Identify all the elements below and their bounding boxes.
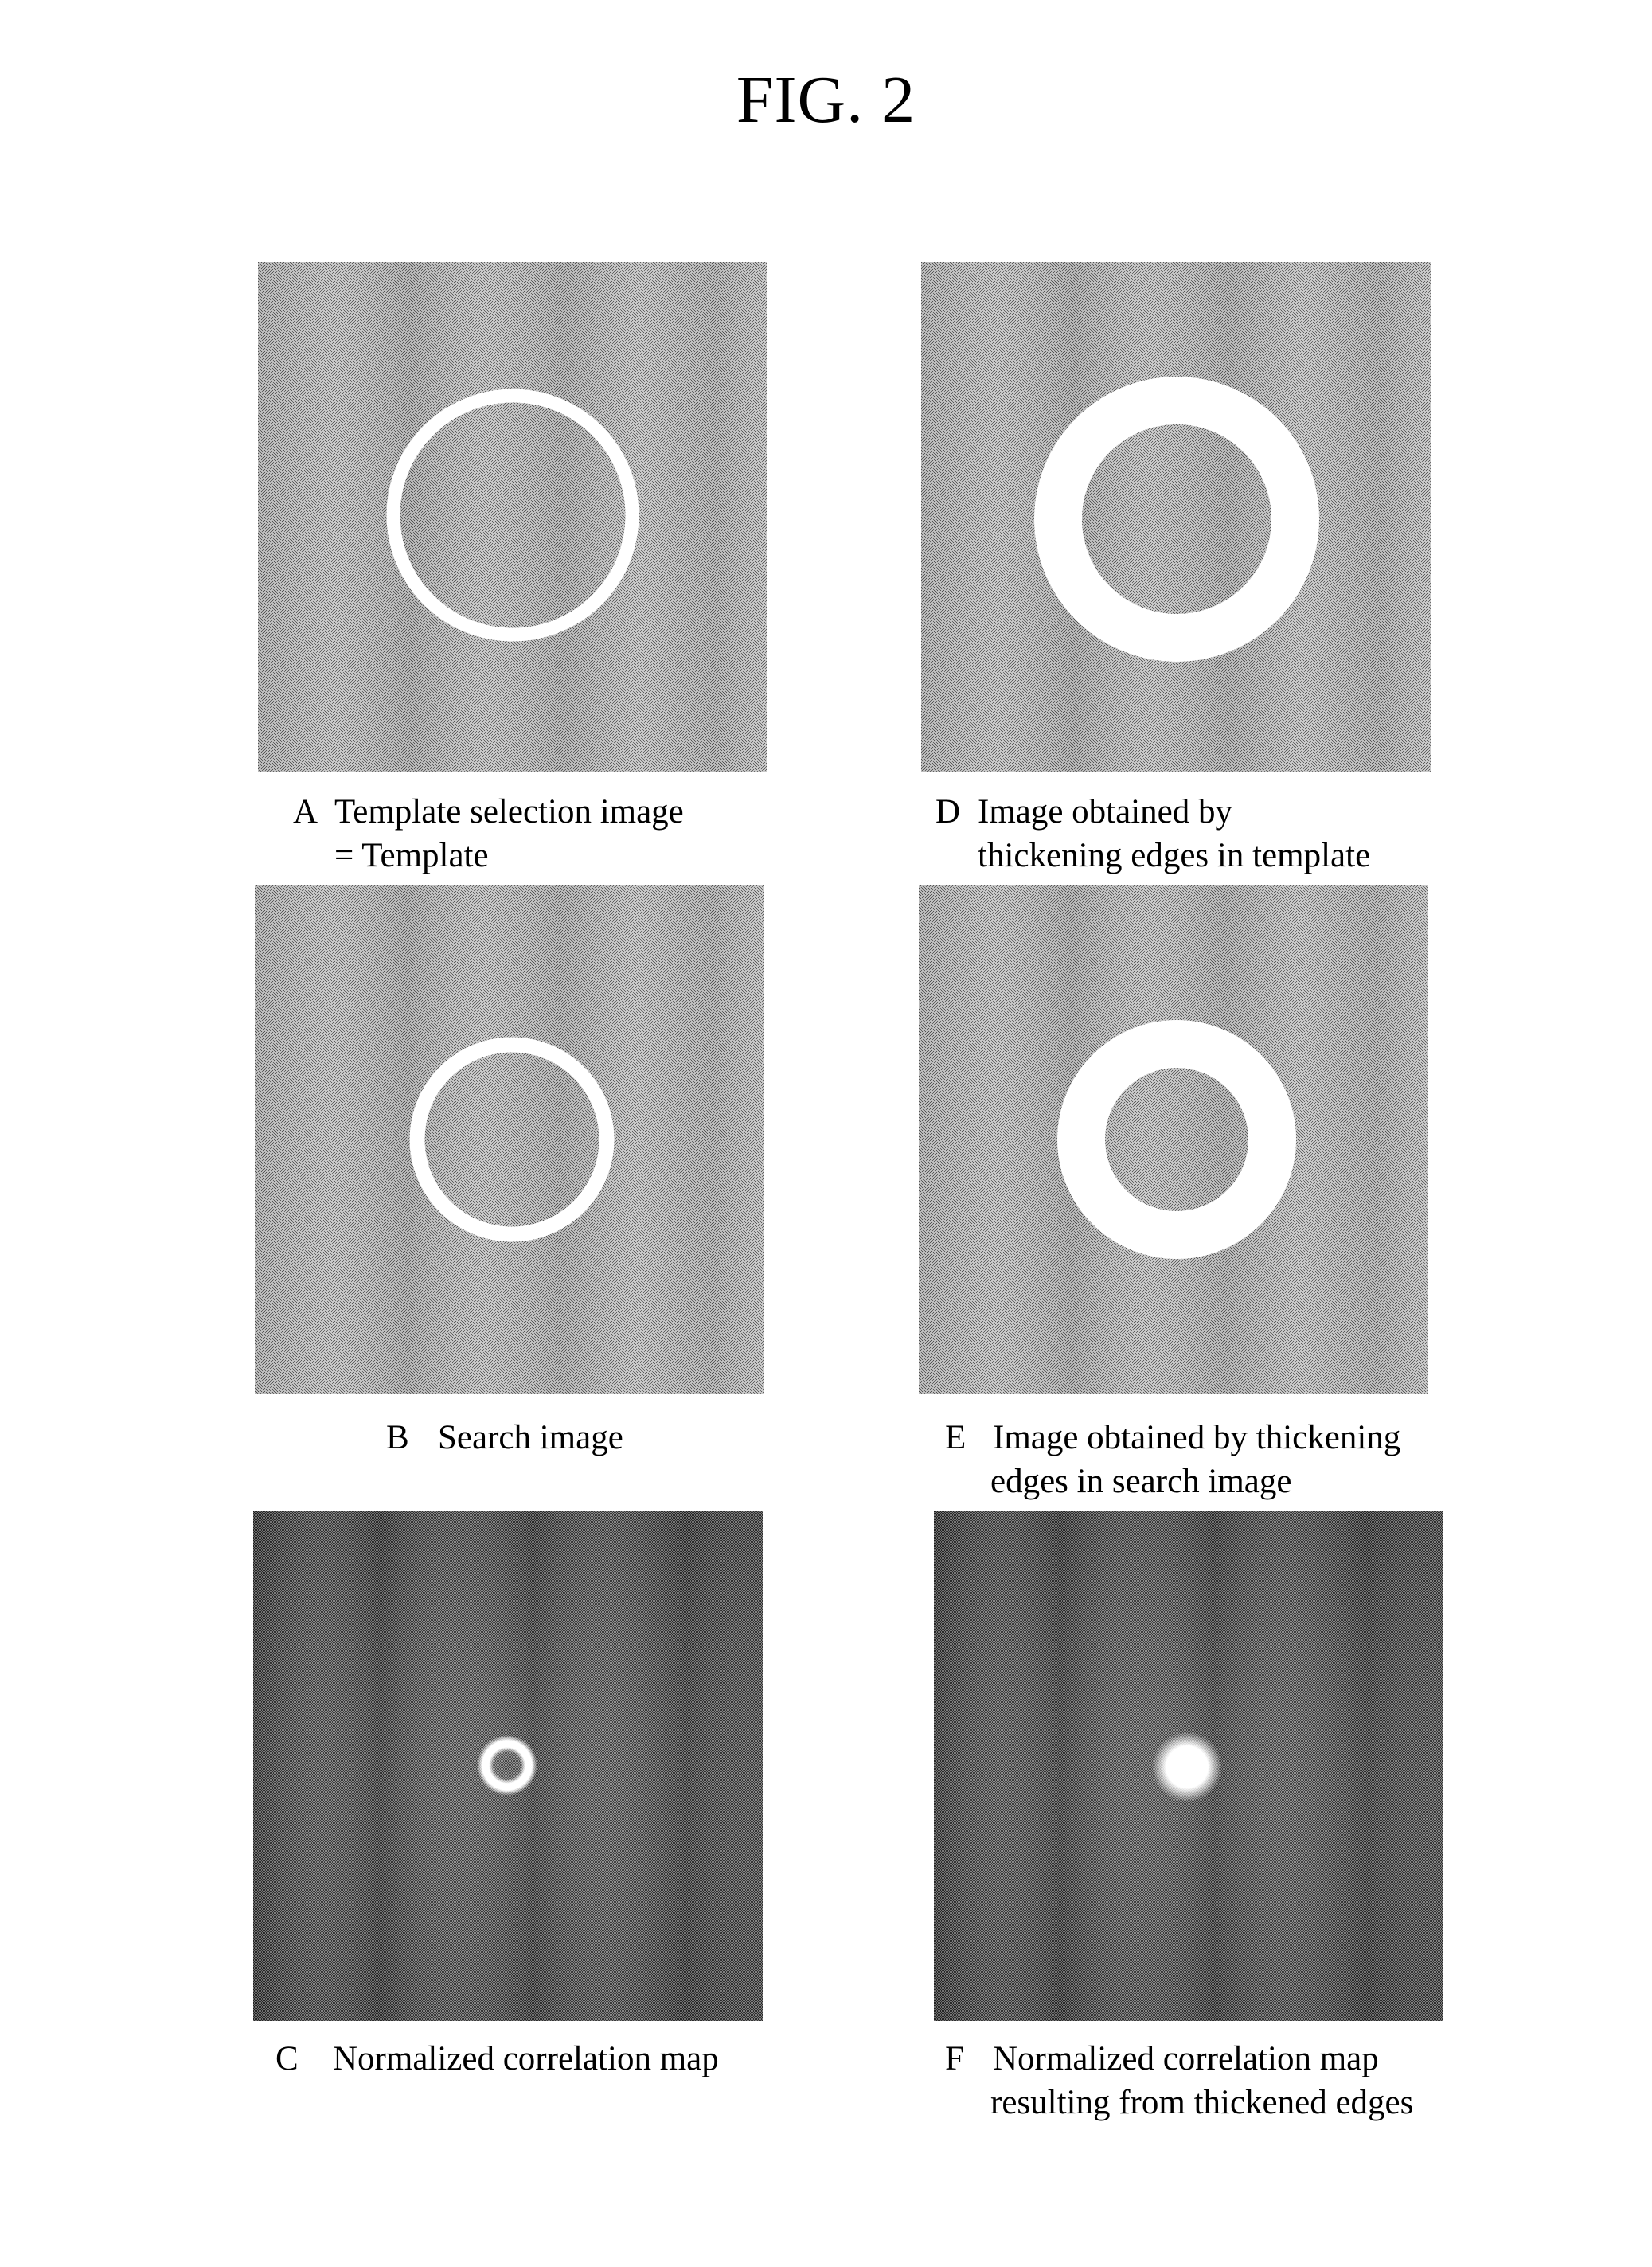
figure-title: FIG. 2 [736, 63, 916, 137]
panel-f-correlation-map-thickened [934, 1511, 1443, 2021]
panel-c-correlation-map [253, 1511, 763, 2021]
caption-b-letter: B [386, 1419, 409, 1456]
caption-d-letter: D [935, 793, 961, 831]
caption-a-letter: A [293, 793, 318, 831]
caption-e-letter: E [945, 1419, 967, 1456]
panel-a-template-image [258, 262, 767, 772]
caption-f-line-1: Normalized correlation map [993, 2040, 1379, 2077]
panel-e-thickened-search [919, 885, 1428, 1394]
panel-f-image [934, 1511, 1443, 2021]
caption-f-letter: F [945, 2040, 964, 2077]
panel-c-peak-ring [477, 1735, 537, 1796]
caption-d-line-1: Image obtained by [978, 793, 1233, 831]
panel-b-image [255, 885, 764, 1394]
caption-c-line-1: Normalized correlation map [333, 2040, 719, 2077]
caption-a-line-2: = Template [334, 837, 489, 874]
panel-d-thickened-template [921, 262, 1431, 772]
panel-e-image [919, 885, 1428, 1394]
panel-f-peak-disc [1152, 1732, 1222, 1802]
caption-e-line-1: Image obtained by thickening [993, 1419, 1401, 1456]
panel-c-image [253, 1511, 763, 2021]
caption-d-line-2: thickening edges in template [978, 837, 1371, 874]
caption-b-line-1: Search image [438, 1419, 623, 1456]
caption-f-line-2: resulting from thickened edges [990, 2084, 1414, 2121]
caption-e-line-2: edges in search image [990, 1463, 1292, 1500]
panel-d-image [921, 262, 1431, 772]
panel-a-image [258, 262, 767, 772]
caption-c-letter: C [275, 2040, 299, 2077]
panel-b-search-image [255, 885, 764, 1394]
caption-a-line-1: Template selection image [334, 793, 684, 831]
